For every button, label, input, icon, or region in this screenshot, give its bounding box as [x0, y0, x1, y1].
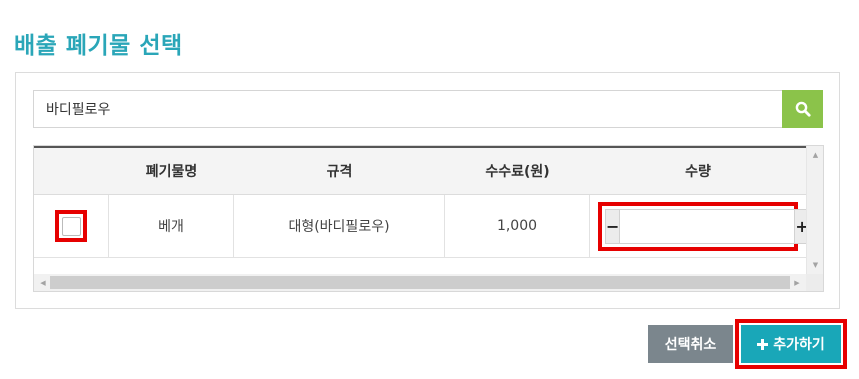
row-checkbox[interactable] — [61, 216, 81, 236]
table-header: 폐기물명 규격 수수료(원) 수량 — [34, 146, 806, 195]
header-quantity: 수량 — [685, 164, 711, 180]
spec-cell: 대형(바디필로우) — [234, 195, 445, 257]
fee-cell: 1,000 — [445, 195, 590, 257]
waste-selection-panel: 폐기물명 규격 수수료(원) 수량 베개 대형(바디필로우) 1,000 − + — [15, 72, 840, 309]
header-waste-name: 폐기물명 — [145, 164, 198, 180]
header-select — [34, 148, 109, 194]
page-title: 배출 폐기물 선택 — [14, 33, 183, 59]
search-input[interactable] — [33, 90, 782, 128]
quantity-stepper: − + — [598, 201, 810, 251]
plus-icon — [757, 338, 769, 350]
horizontal-scrollbar[interactable]: ◀ ▶ — [34, 274, 806, 291]
search-button[interactable] — [782, 90, 823, 128]
header-fee: 수수료(원) — [485, 164, 550, 180]
search-icon — [795, 101, 811, 117]
add-button-highlight: 추가하기 — [735, 319, 847, 369]
waste-table: 폐기물명 규격 수수료(원) 수량 베개 대형(바디필로우) 1,000 − + — [33, 145, 824, 292]
vertical-scrollbar[interactable]: ▲ ▼ — [806, 146, 823, 274]
table-row: 베개 대형(바디필로우) 1,000 − + — [34, 195, 810, 258]
header-spec: 규격 — [326, 164, 353, 180]
add-button-label: 추가하기 — [773, 337, 825, 353]
checkbox-highlight — [55, 210, 87, 242]
waste-name-cell: 베개 — [109, 195, 234, 257]
quantity-cell: − + — [590, 195, 810, 257]
select-cell — [34, 195, 109, 257]
quantity-input[interactable] — [620, 208, 795, 244]
scroll-down-icon[interactable]: ▼ — [807, 258, 824, 272]
scroll-right-icon[interactable]: ▶ — [790, 274, 804, 291]
cancel-selection-button[interactable]: 선택취소 — [648, 325, 733, 363]
add-button[interactable]: 추가하기 — [741, 325, 841, 363]
scrollbar-corner — [806, 274, 823, 291]
scroll-up-icon[interactable]: ▲ — [807, 148, 824, 162]
decrement-button[interactable]: − — [605, 208, 621, 244]
horizontal-scroll-thumb[interactable] — [50, 276, 790, 289]
scroll-left-icon[interactable]: ◀ — [36, 274, 50, 291]
